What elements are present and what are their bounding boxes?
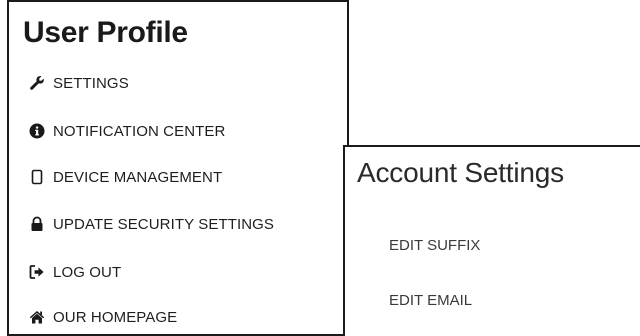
home-icon (29, 309, 45, 325)
sign-out-icon (29, 264, 45, 280)
edit-email-link[interactable]: EDIT EMAIL (389, 292, 472, 309)
profile-title: User Profile (23, 16, 188, 49)
account-settings-panel: Account Settings EDIT SUFFIX EDIT EMAIL (343, 145, 640, 336)
menu-label-our-homepage: OUR HOMEPAGE (53, 308, 178, 326)
menu-item-device-management[interactable]: DEVICE MANAGEMENT (29, 165, 222, 189)
menu-item-update-security-settings[interactable]: UPDATE SECURITY SETTINGS (29, 212, 274, 236)
wrench-icon (29, 75, 45, 91)
menu-label-log-out: LOG OUT (53, 263, 122, 281)
menu-label-device-management: DEVICE MANAGEMENT (53, 168, 223, 186)
mobile-device-icon (29, 169, 45, 185)
account-settings-title: Account Settings (357, 157, 564, 188)
edit-suffix-link[interactable]: EDIT SUFFIX (389, 237, 480, 254)
menu-label-notification-center: NOTIFICATION CENTER (53, 122, 226, 140)
menu-item-notification-center[interactable]: NOTIFICATION CENTER (29, 119, 225, 143)
menu-label-settings: SETTINGS (53, 74, 129, 92)
user-profile-panel: User Profile SETTINGS NOTIFICATION CENTE… (7, 0, 349, 336)
info-circle-icon (29, 123, 45, 139)
menu-label-update-security-settings: UPDATE SECURITY SETTINGS (53, 215, 275, 233)
lock-icon (29, 216, 45, 232)
menu-item-log-out[interactable]: LOG OUT (29, 260, 121, 284)
menu-item-our-homepage[interactable]: OUR HOMEPAGE (29, 305, 177, 329)
menu-item-settings[interactable]: SETTINGS (29, 71, 129, 95)
